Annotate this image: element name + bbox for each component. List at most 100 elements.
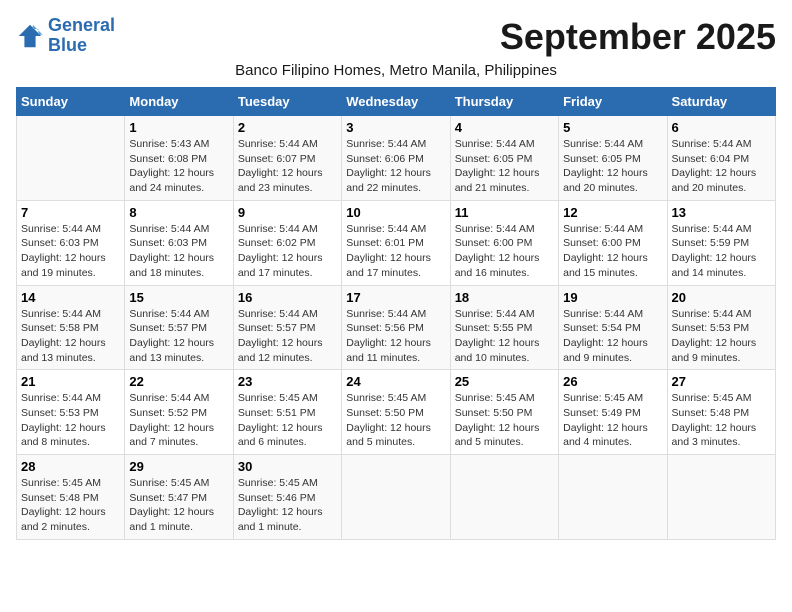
header-day: Thursday — [450, 88, 558, 116]
calendar-cell — [342, 455, 450, 540]
calendar-cell: 6 Sunrise: 5:44 AMSunset: 6:04 PMDayligh… — [667, 116, 775, 201]
day-number: 3 — [346, 120, 445, 135]
day-info: Sunrise: 5:44 AMSunset: 6:00 PMDaylight:… — [455, 222, 554, 281]
day-number: 2 — [238, 120, 337, 135]
calendar-cell: 26 Sunrise: 5:45 AMSunset: 5:49 PMDaylig… — [559, 370, 667, 455]
calendar-week-row: 28 Sunrise: 5:45 AMSunset: 5:48 PMDaylig… — [17, 455, 776, 540]
calendar-cell: 30 Sunrise: 5:45 AMSunset: 5:46 PMDaylig… — [233, 455, 341, 540]
calendar-cell — [17, 116, 125, 201]
day-info: Sunrise: 5:43 AMSunset: 6:08 PMDaylight:… — [129, 137, 228, 196]
calendar-cell: 24 Sunrise: 5:45 AMSunset: 5:50 PMDaylig… — [342, 370, 450, 455]
logo-text: General Blue — [48, 16, 115, 56]
day-number: 11 — [455, 205, 554, 220]
calendar-cell — [450, 455, 558, 540]
day-info: Sunrise: 5:44 AMSunset: 6:05 PMDaylight:… — [455, 137, 554, 196]
day-info: Sunrise: 5:45 AMSunset: 5:51 PMDaylight:… — [238, 391, 337, 450]
calendar-cell: 21 Sunrise: 5:44 AMSunset: 5:53 PMDaylig… — [17, 370, 125, 455]
day-number: 17 — [346, 290, 445, 305]
day-number: 1 — [129, 120, 228, 135]
logo: General Blue — [16, 16, 115, 56]
day-number: 30 — [238, 459, 337, 474]
day-number: 6 — [672, 120, 771, 135]
day-info: Sunrise: 5:44 AMSunset: 5:57 PMDaylight:… — [129, 307, 228, 366]
calendar-cell: 18 Sunrise: 5:44 AMSunset: 5:55 PMDaylig… — [450, 285, 558, 370]
logo-icon — [16, 22, 44, 50]
day-number: 16 — [238, 290, 337, 305]
calendar-cell: 17 Sunrise: 5:44 AMSunset: 5:56 PMDaylig… — [342, 285, 450, 370]
calendar-cell: 23 Sunrise: 5:45 AMSunset: 5:51 PMDaylig… — [233, 370, 341, 455]
day-info: Sunrise: 5:44 AMSunset: 5:53 PMDaylight:… — [21, 391, 120, 450]
day-info: Sunrise: 5:44 AMSunset: 5:57 PMDaylight:… — [238, 307, 337, 366]
calendar-cell: 29 Sunrise: 5:45 AMSunset: 5:47 PMDaylig… — [125, 455, 233, 540]
header-row: SundayMondayTuesdayWednesdayThursdayFrid… — [17, 88, 776, 116]
header-day: Saturday — [667, 88, 775, 116]
day-info: Sunrise: 5:44 AMSunset: 6:02 PMDaylight:… — [238, 222, 337, 281]
day-info: Sunrise: 5:44 AMSunset: 5:52 PMDaylight:… — [129, 391, 228, 450]
calendar-week-row: 21 Sunrise: 5:44 AMSunset: 5:53 PMDaylig… — [17, 370, 776, 455]
calendar-cell: 11 Sunrise: 5:44 AMSunset: 6:00 PMDaylig… — [450, 200, 558, 285]
calendar-cell: 13 Sunrise: 5:44 AMSunset: 5:59 PMDaylig… — [667, 200, 775, 285]
calendar-cell: 25 Sunrise: 5:45 AMSunset: 5:50 PMDaylig… — [450, 370, 558, 455]
day-number: 24 — [346, 374, 445, 389]
day-info: Sunrise: 5:44 AMSunset: 6:06 PMDaylight:… — [346, 137, 445, 196]
day-info: Sunrise: 5:45 AMSunset: 5:49 PMDaylight:… — [563, 391, 662, 450]
day-number: 22 — [129, 374, 228, 389]
day-number: 14 — [21, 290, 120, 305]
day-info: Sunrise: 5:45 AMSunset: 5:50 PMDaylight:… — [346, 391, 445, 450]
day-number: 9 — [238, 205, 337, 220]
day-info: Sunrise: 5:44 AMSunset: 6:00 PMDaylight:… — [563, 222, 662, 281]
title-block: September 2025 — [500, 16, 776, 58]
day-number: 5 — [563, 120, 662, 135]
calendar-cell — [559, 455, 667, 540]
calendar-cell: 14 Sunrise: 5:44 AMSunset: 5:58 PMDaylig… — [17, 285, 125, 370]
day-info: Sunrise: 5:44 AMSunset: 5:59 PMDaylight:… — [672, 222, 771, 281]
calendar-cell: 28 Sunrise: 5:45 AMSunset: 5:48 PMDaylig… — [17, 455, 125, 540]
day-number: 12 — [563, 205, 662, 220]
calendar-cell: 27 Sunrise: 5:45 AMSunset: 5:48 PMDaylig… — [667, 370, 775, 455]
day-number: 20 — [672, 290, 771, 305]
day-number: 26 — [563, 374, 662, 389]
calendar-cell: 22 Sunrise: 5:44 AMSunset: 5:52 PMDaylig… — [125, 370, 233, 455]
day-number: 27 — [672, 374, 771, 389]
day-info: Sunrise: 5:45 AMSunset: 5:50 PMDaylight:… — [455, 391, 554, 450]
day-info: Sunrise: 5:44 AMSunset: 5:55 PMDaylight:… — [455, 307, 554, 366]
day-number: 28 — [21, 459, 120, 474]
header-day: Tuesday — [233, 88, 341, 116]
calendar-cell: 7 Sunrise: 5:44 AMSunset: 6:03 PMDayligh… — [17, 200, 125, 285]
day-info: Sunrise: 5:44 AMSunset: 5:56 PMDaylight:… — [346, 307, 445, 366]
day-info: Sunrise: 5:45 AMSunset: 5:48 PMDaylight:… — [672, 391, 771, 450]
day-number: 8 — [129, 205, 228, 220]
calendar-cell: 12 Sunrise: 5:44 AMSunset: 6:00 PMDaylig… — [559, 200, 667, 285]
header-day: Sunday — [17, 88, 125, 116]
day-number: 25 — [455, 374, 554, 389]
calendar-cell: 19 Sunrise: 5:44 AMSunset: 5:54 PMDaylig… — [559, 285, 667, 370]
day-info: Sunrise: 5:44 AMSunset: 5:58 PMDaylight:… — [21, 307, 120, 366]
day-number: 29 — [129, 459, 228, 474]
day-number: 4 — [455, 120, 554, 135]
calendar-cell: 3 Sunrise: 5:44 AMSunset: 6:06 PMDayligh… — [342, 116, 450, 201]
subtitle: Banco Filipino Homes, Metro Manila, Phil… — [16, 62, 776, 79]
calendar-cell: 5 Sunrise: 5:44 AMSunset: 6:05 PMDayligh… — [559, 116, 667, 201]
day-number: 18 — [455, 290, 554, 305]
header-day: Friday — [559, 88, 667, 116]
day-info: Sunrise: 5:45 AMSunset: 5:48 PMDaylight:… — [21, 476, 120, 535]
calendar-cell: 10 Sunrise: 5:44 AMSunset: 6:01 PMDaylig… — [342, 200, 450, 285]
day-info: Sunrise: 5:44 AMSunset: 5:53 PMDaylight:… — [672, 307, 771, 366]
calendar-cell: 15 Sunrise: 5:44 AMSunset: 5:57 PMDaylig… — [125, 285, 233, 370]
day-number: 15 — [129, 290, 228, 305]
calendar-cell: 16 Sunrise: 5:44 AMSunset: 5:57 PMDaylig… — [233, 285, 341, 370]
calendar-cell — [667, 455, 775, 540]
main-title: September 2025 — [500, 16, 776, 58]
calendar-cell: 4 Sunrise: 5:44 AMSunset: 6:05 PMDayligh… — [450, 116, 558, 201]
calendar-cell: 8 Sunrise: 5:44 AMSunset: 6:03 PMDayligh… — [125, 200, 233, 285]
day-number: 21 — [21, 374, 120, 389]
calendar-cell: 1 Sunrise: 5:43 AMSunset: 6:08 PMDayligh… — [125, 116, 233, 201]
calendar-week-row: 1 Sunrise: 5:43 AMSunset: 6:08 PMDayligh… — [17, 116, 776, 201]
day-number: 13 — [672, 205, 771, 220]
day-info: Sunrise: 5:44 AMSunset: 6:01 PMDaylight:… — [346, 222, 445, 281]
calendar-week-row: 7 Sunrise: 5:44 AMSunset: 6:03 PMDayligh… — [17, 200, 776, 285]
day-info: Sunrise: 5:44 AMSunset: 6:03 PMDaylight:… — [21, 222, 120, 281]
header-day: Wednesday — [342, 88, 450, 116]
day-info: Sunrise: 5:44 AMSunset: 5:54 PMDaylight:… — [563, 307, 662, 366]
day-number: 19 — [563, 290, 662, 305]
